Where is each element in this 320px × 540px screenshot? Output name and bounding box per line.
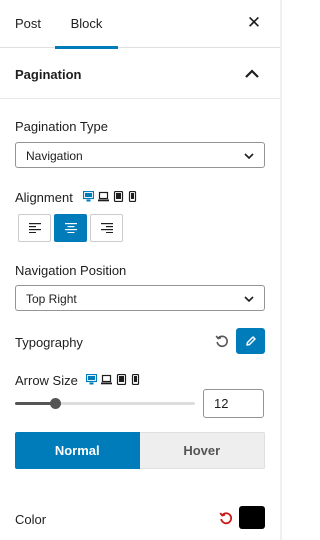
tab-hover[interactable]: Hover xyxy=(139,432,265,469)
mobile-icon[interactable] xyxy=(128,191,137,202)
tab-block[interactable]: Block xyxy=(55,0,118,49)
pagination-panel-header[interactable]: Pagination xyxy=(0,49,280,99)
arrow-size-slider-thumb[interactable] xyxy=(50,398,61,409)
pagination-type-label: Pagination Type xyxy=(15,119,108,134)
align-right-button[interactable] xyxy=(90,214,123,242)
tablet-icon[interactable] xyxy=(113,191,124,202)
scrollbar-edge xyxy=(280,0,282,540)
color-reset-icon[interactable] xyxy=(219,511,233,525)
align-center-button[interactable] xyxy=(54,214,87,242)
pagination-type-value: Navigation xyxy=(26,149,83,163)
navigation-position-select[interactable]: Top Right xyxy=(15,285,265,311)
typography-edit-button[interactable] xyxy=(236,328,265,354)
align-left-button[interactable] xyxy=(18,214,51,242)
navigation-position-label: Navigation Position xyxy=(15,263,127,278)
mobile-icon[interactable] xyxy=(131,374,140,385)
align-center-icon xyxy=(64,223,77,233)
desktop-icon[interactable] xyxy=(86,374,97,385)
tab-normal[interactable]: Normal xyxy=(15,432,140,469)
typography-reset-icon[interactable] xyxy=(215,334,229,348)
alignment-label: Alignment xyxy=(15,190,73,205)
arrow-size-input[interactable] xyxy=(203,389,264,418)
panel-title: Pagination xyxy=(15,67,82,82)
chevron-down-icon xyxy=(244,296,254,303)
color-swatch[interactable] xyxy=(239,506,265,529)
desktop-icon[interactable] xyxy=(83,191,94,202)
typography-label: Typography xyxy=(15,335,83,350)
align-left-icon xyxy=(28,223,41,233)
laptop-icon[interactable] xyxy=(101,374,112,385)
close-icon[interactable]: ✕ xyxy=(246,14,262,32)
arrow-size-device-switcher xyxy=(86,374,140,385)
alignment-button-group xyxy=(18,214,123,242)
alignment-device-switcher xyxy=(83,191,137,202)
chevron-up-icon xyxy=(245,69,259,78)
color-label: Color xyxy=(15,512,47,527)
tab-post[interactable]: Post xyxy=(15,0,41,48)
laptop-icon[interactable] xyxy=(98,191,109,202)
arrow-size-slider-fill xyxy=(15,402,55,405)
state-tabs: Normal Hover xyxy=(15,432,265,469)
tab-block-label: Block xyxy=(70,16,103,31)
chevron-down-icon xyxy=(244,153,254,160)
sidebar-tabs: Post Block ✕ xyxy=(0,0,282,49)
pagination-type-select[interactable]: Navigation xyxy=(15,142,265,168)
navigation-position-value: Top Right xyxy=(26,292,77,306)
pencil-icon xyxy=(245,336,256,346)
tablet-icon[interactable] xyxy=(116,374,127,385)
arrow-size-label: Arrow Size xyxy=(15,373,78,388)
align-right-icon xyxy=(100,223,113,233)
